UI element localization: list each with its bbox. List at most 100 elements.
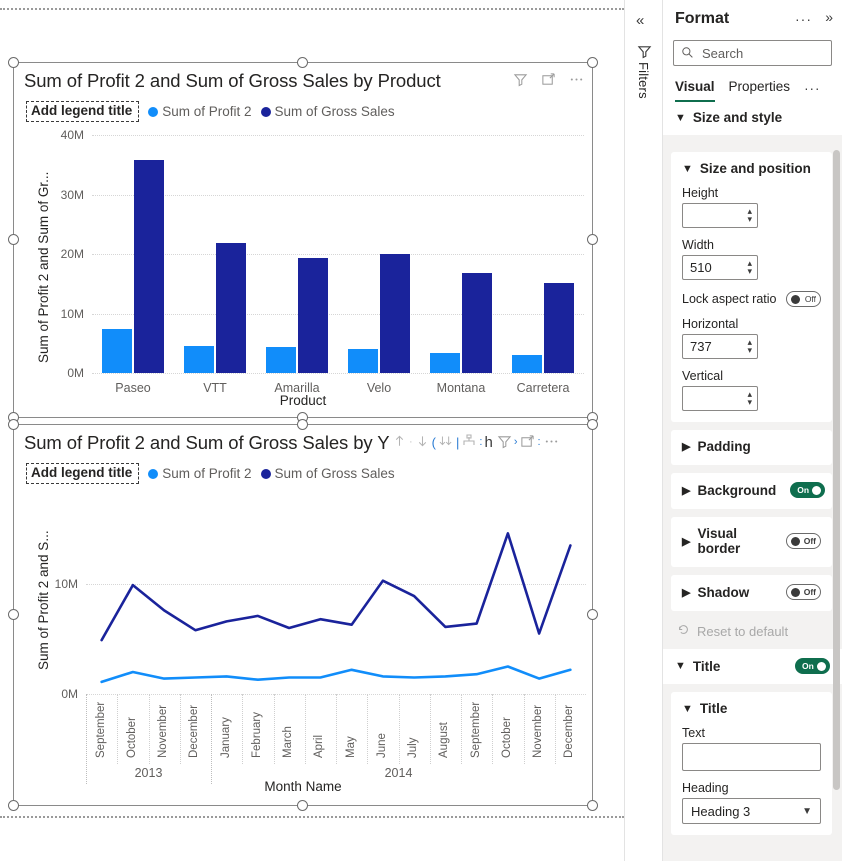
- line-series-profit[interactable]: [100, 665, 572, 684]
- bar-velo-gross-sales[interactable]: [380, 254, 410, 373]
- filter-icon[interactable]: [497, 434, 512, 452]
- bar-carretera-profit[interactable]: [512, 355, 542, 373]
- resize-handle-bottom-center[interactable]: [297, 800, 308, 811]
- card-visual-border-header[interactable]: ▶ Visual border Off: [682, 526, 821, 556]
- filter-icon[interactable]: [637, 44, 652, 64]
- card-size-and-position[interactable]: ▼ Size and position Height ▴▾ Width ▴▾: [671, 152, 832, 422]
- bar-paseo-profit[interactable]: [102, 328, 132, 373]
- resize-handle-top-right[interactable]: [587, 419, 598, 430]
- resize-handle-top-center[interactable]: [297, 419, 308, 430]
- filters-label[interactable]: Filters: [636, 62, 651, 99]
- bar-vtt-gross-sales[interactable]: [216, 243, 246, 373]
- bar-amarilla-profit[interactable]: [266, 347, 296, 373]
- line-series-gross-sales[interactable]: [100, 532, 572, 642]
- resize-handle-top-center[interactable]: [297, 57, 308, 68]
- legend-title-placeholder[interactable]: Add legend title: [26, 463, 140, 485]
- title-toggle[interactable]: On: [795, 658, 830, 674]
- height-input[interactable]: [688, 204, 732, 227]
- lock-aspect-ratio-row[interactable]: Lock aspect ratio Off: [682, 291, 821, 307]
- height-stepper[interactable]: ▴ ▾: [682, 203, 758, 228]
- line-chart-plot-area[interactable]: [86, 507, 586, 695]
- bar-chart-legend[interactable]: Add legend title Sum of Profit 2 Sum of …: [26, 101, 395, 123]
- card-padding[interactable]: ▶ Padding: [671, 430, 832, 465]
- bar-amarilla-gross-sales[interactable]: [298, 258, 328, 373]
- line-chart-legend[interactable]: Add legend title Sum of Profit 2 Sum of …: [26, 463, 395, 485]
- filters-rail[interactable]: « Filters: [624, 0, 662, 861]
- drill-mode-icon[interactable]: [461, 433, 477, 452]
- shadow-toggle[interactable]: Off: [786, 584, 821, 600]
- visual-border-toggle[interactable]: Off: [786, 533, 821, 549]
- title-heading-select[interactable]: Heading 3 ▼: [682, 798, 821, 824]
- spinner-arrows-icon[interactable]: ▴ ▾: [747, 338, 752, 355]
- format-pane[interactable]: Format ··· » Visual Properties ··· ▼: [662, 0, 842, 861]
- bar-paseo-gross-sales[interactable]: [134, 160, 164, 373]
- sort-indicator-icon[interactable]: ·: [409, 437, 413, 448]
- resize-handle-top-left[interactable]: [8, 419, 19, 430]
- bar-carretera-gross-sales[interactable]: [544, 282, 574, 373]
- bar-montana-gross-sales[interactable]: [462, 273, 492, 373]
- lock-aspect-ratio-toggle[interactable]: Off: [786, 291, 821, 307]
- horizontal-stepper[interactable]: ▴▾: [682, 334, 758, 359]
- title-text-input[interactable]: [683, 744, 820, 770]
- focus-mode-icon[interactable]: [541, 72, 556, 92]
- bar-chart-visual[interactable]: Sum of Profit 2 and Sum of Gross Sales b…: [8, 57, 598, 423]
- legend-item-profit[interactable]: Sum of Profit 2: [148, 104, 252, 119]
- drill-toggle-icon[interactable]: (: [432, 436, 436, 449]
- card-shadow[interactable]: ▶ Shadow Off: [671, 575, 832, 611]
- card-title-header[interactable]: ▼ Title: [682, 701, 821, 716]
- bar-velo-profit[interactable]: [348, 349, 378, 373]
- horizontal-input[interactable]: [688, 335, 732, 358]
- card-background[interactable]: ▶ Background On: [671, 473, 832, 509]
- tabs-more-icon[interactable]: ···: [804, 81, 821, 102]
- bar-montana-profit[interactable]: [430, 353, 460, 373]
- card-size-and-position-header[interactable]: ▼ Size and position: [682, 161, 821, 176]
- bar-vtt-profit[interactable]: [184, 345, 214, 373]
- card-padding-header[interactable]: ▶ Padding: [682, 439, 821, 454]
- card-background-header[interactable]: ▶ Background On: [682, 482, 826, 498]
- legend-title-placeholder[interactable]: Add legend title: [26, 101, 140, 123]
- report-canvas[interactable]: Sum of Profit 2 and Sum of Gross Sales b…: [0, 0, 624, 861]
- search-input[interactable]: [700, 41, 827, 65]
- collapse-pane-icon[interactable]: «: [636, 12, 644, 29]
- resize-handle-middle-right[interactable]: [587, 609, 598, 620]
- section-size-and-style[interactable]: ▼ Size and style: [663, 102, 842, 135]
- expand-all-icon[interactable]: [438, 433, 454, 452]
- vertical-input[interactable]: [688, 387, 732, 410]
- resize-handle-middle-left[interactable]: [8, 234, 19, 245]
- legend-item-gross-sales[interactable]: Sum of Gross Sales: [260, 104, 395, 119]
- reset-to-default-button[interactable]: Reset to default: [671, 619, 832, 649]
- resize-handle-bottom-right[interactable]: [587, 800, 598, 811]
- width-input[interactable]: [688, 256, 732, 279]
- focus-mode-icon[interactable]: [520, 434, 535, 452]
- format-pane-more-icon[interactable]: ···: [795, 11, 812, 27]
- format-pane-body[interactable]: ▼ Size and position Height ▴▾ Width ▴▾: [663, 152, 842, 861]
- filter-icon[interactable]: [513, 72, 528, 92]
- section-title-header[interactable]: ▼ Title On: [675, 658, 830, 674]
- section-title[interactable]: ▼ Title On: [663, 649, 842, 684]
- bar-chart-plot-area[interactable]: [92, 135, 584, 374]
- search-box[interactable]: [673, 40, 832, 66]
- tab-properties[interactable]: Properties: [729, 79, 791, 102]
- spinner-arrows-icon[interactable]: ▴ ▾: [747, 390, 752, 407]
- bar-chart-header-icons[interactable]: [513, 72, 584, 92]
- tab-visual[interactable]: Visual: [675, 79, 715, 102]
- resize-handle-middle-left[interactable]: [8, 609, 19, 620]
- resize-handle-middle-right[interactable]: [587, 234, 598, 245]
- drill-down-arrow-icon[interactable]: [415, 433, 430, 452]
- line-chart-visual[interactable]: Sum of Profit 2 and Sum of Gross Sales b…: [8, 419, 598, 811]
- line-chart-drill-toolbar[interactable]: · ( |: h ›:: [392, 433, 559, 452]
- legend-item-gross-sales[interactable]: Sum of Gross Sales: [260, 466, 395, 481]
- resize-handle-top-right[interactable]: [587, 57, 598, 68]
- width-stepper[interactable]: ▴▾: [682, 255, 758, 280]
- background-toggle[interactable]: On: [790, 482, 826, 498]
- drill-up-icon[interactable]: [392, 433, 407, 452]
- spinner-arrows-icon[interactable]: ▴ ▾: [747, 259, 752, 276]
- title-text-box[interactable]: [682, 743, 821, 771]
- vertical-stepper[interactable]: ▴ ▾: [682, 386, 758, 411]
- hierarchy-icon[interactable]: h: [484, 435, 492, 450]
- format-pane-tabs[interactable]: Visual Properties ···: [663, 66, 842, 102]
- spinner-arrows-icon[interactable]: ▴ ▾: [747, 207, 752, 224]
- more-options-icon[interactable]: [569, 72, 584, 92]
- card-title[interactable]: ▼ Title Text Heading Heading 3 ▼: [671, 692, 832, 835]
- more-options-icon[interactable]: [544, 434, 559, 452]
